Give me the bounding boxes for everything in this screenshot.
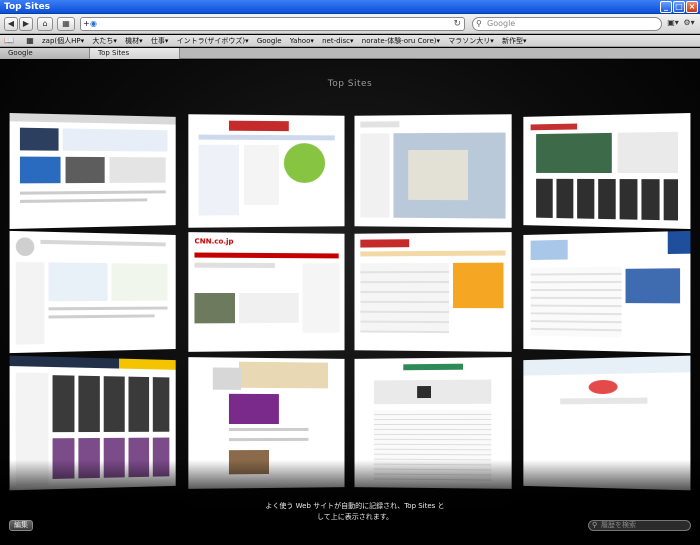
reload-icon[interactable]: ↻ [453,18,461,30]
thumbnail-google-maps[interactable] [354,114,512,228]
tab-top-sites[interactable]: Top Sites [90,48,180,59]
bookmark-item[interactable]: マラソン大リ▾ [448,35,494,46]
back-button[interactable]: ◀ [4,17,18,31]
forward-button[interactable]: ▶ [19,17,33,31]
thumbnail-apple[interactable] [9,113,176,229]
minimize-button[interactable]: _ [660,1,672,13]
bookmark-item[interactable]: Google [257,35,282,46]
cnn-logo: CNN.co.jp [194,237,234,246]
toolbar: ◀ ▶ ⌂ ▦ + ◉ ↻ ⚲ Google ▣▾ ⚙▾ [0,14,700,34]
top-sites-button[interactable]: ▦ [57,17,75,31]
bookmark-item[interactable]: 新作型▾ [502,35,527,46]
address-bar[interactable]: + ◉ ↻ [80,17,465,31]
grid-bookmarks-icon[interactable]: ▦ [26,35,34,46]
thumbnail-video-site[interactable] [523,112,691,230]
settings-button[interactable]: ⚙▾ [682,17,696,31]
thumbnail-wikipedia[interactable] [9,230,176,354]
bookmark-item[interactable]: net-disc▾ [322,35,353,46]
thumbnail-yahoo-shopping[interactable] [354,232,512,352]
top-sites-description: よく使う Web サイトが自動的に記録され、Top Sites として上に表示さ… [265,502,445,521]
edit-button[interactable]: 編集 [9,520,33,531]
add-bookmark-icon[interactable]: + [83,18,90,30]
book-icon[interactable]: 📖 [4,35,14,46]
history-search-field[interactable]: ⚲ 履歴を検索 [588,520,691,531]
window-title: Top Sites [4,2,51,12]
grid-icon: ▦ [62,19,70,28]
bookmark-item[interactable]: イントラ(ザイボウズ)▾ [177,35,249,46]
history-search-placeholder: 履歴を検索 [601,521,636,529]
search-icon: ⚲ [592,521,598,529]
page-title: Top Sites [327,79,373,89]
tab-bar: Google Top Sites [0,48,700,59]
maximize-button[interactable]: □ [673,1,685,13]
search-placeholder: Google [487,19,516,28]
close-button[interactable]: × [686,1,698,13]
bookmark-item[interactable]: 大たち▾ [92,35,117,46]
search-field[interactable]: ⚲ Google [472,17,662,31]
page-menu-button[interactable]: ▣▾ [666,17,680,31]
bookmark-item[interactable]: zap(個人HP▾ [42,35,84,46]
thumbnail-cnn-jp[interactable]: CNN.co.jp [188,232,345,352]
bookmark-item[interactable]: 機材▾ [125,35,143,46]
window-title-bar: Top Sites _ □ × [0,0,700,14]
top-sites-view: Top Sites CNN.co.jp よく使う Web サイトが自動的に記録さ… [0,60,700,545]
bookmark-item[interactable]: 仕事▾ [151,35,169,46]
thumbnail-microsoft-sql[interactable] [523,230,691,354]
bookmark-item[interactable]: Yahoo▾ [290,35,314,46]
home-button[interactable]: ⌂ [37,17,53,31]
search-icon: ⚲ [476,19,482,28]
bookmark-item[interactable]: norate-体験-oru Core)▾ [362,35,440,46]
globe-icon: ◉ [90,19,97,28]
bookmarks-bar: 📖 ▦ zap(個人HP▾ 大たち▾ 機材▾ 仕事▾ イントラ(ザイボウズ)▾ … [0,35,700,47]
tab-google[interactable]: Google [0,48,90,59]
thumbnail-yahoo-jp[interactable] [188,114,345,228]
